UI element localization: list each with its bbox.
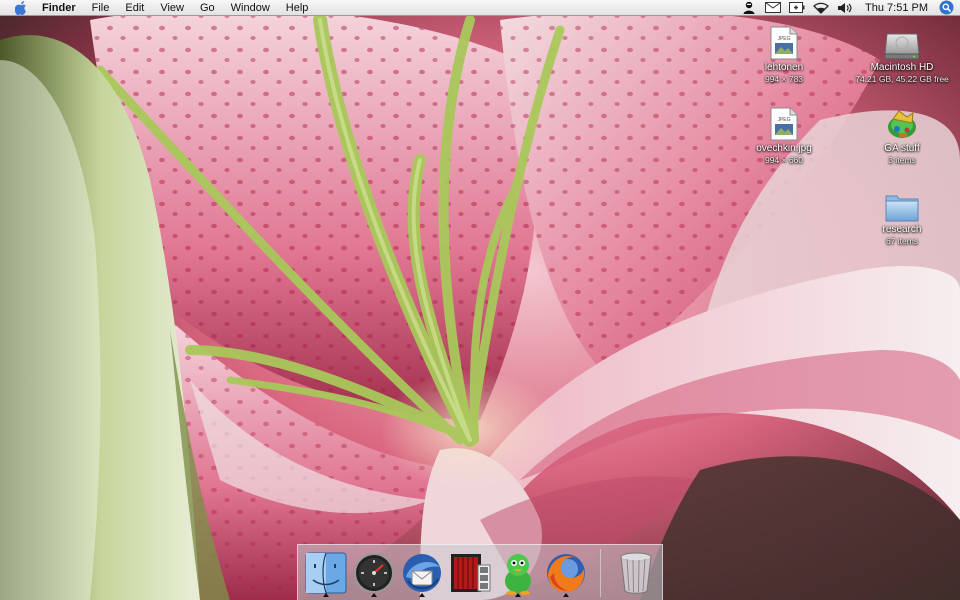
running-indicator xyxy=(323,593,329,597)
dock-separator xyxy=(600,549,601,597)
desktop-icon-label: lehtonen xyxy=(764,62,804,73)
jpeg-badge: JPEG xyxy=(777,36,790,42)
dock-adium[interactable] xyxy=(494,549,542,597)
menu-help[interactable]: Help xyxy=(278,0,317,16)
desktop-icon-info: 994 × 783 xyxy=(764,74,804,84)
photo-booth-icon xyxy=(451,554,491,592)
dock xyxy=(297,544,663,600)
finder-icon xyxy=(305,552,347,594)
desktop-icon-label: GA stuff xyxy=(884,143,920,154)
desktop-icon-research[interactable]: research 67 items xyxy=(852,186,952,246)
dock-photo-booth[interactable] xyxy=(446,549,494,597)
running-indicator xyxy=(419,593,425,597)
firefox-icon xyxy=(547,554,585,593)
jpeg-file-icon: JPEG xyxy=(765,24,803,60)
menu-clock[interactable]: Thu 7:51 PM xyxy=(857,2,938,14)
menu-edit[interactable]: Edit xyxy=(117,0,152,16)
desktop-icon-label: research xyxy=(882,224,922,235)
desktop-icon-label: ovechkin.jpg xyxy=(756,143,812,154)
desktop-icon-lehtonen[interactable]: JPEG lehtonen 994 × 783 xyxy=(734,24,834,84)
desktop-icon-info: 3 items xyxy=(888,155,916,165)
menu-view[interactable]: View xyxy=(152,0,192,16)
trash-icon xyxy=(620,552,652,594)
user-icon[interactable] xyxy=(739,0,759,16)
spotlight-icon[interactable] xyxy=(938,0,954,16)
menu-app-finder[interactable]: Finder xyxy=(38,0,84,16)
folder-icon xyxy=(883,186,921,222)
dock-trash[interactable] xyxy=(612,549,660,597)
desktop-icon-macintosh-hd[interactable]: Macintosh HD 74.21 GB, 45.22 GB free xyxy=(852,24,952,84)
desktop-icon-info: 67 items xyxy=(885,236,919,246)
running-indicator xyxy=(371,593,377,597)
menu-go[interactable]: Go xyxy=(192,0,223,16)
desktop-wallpaper-lily xyxy=(0,0,960,600)
thunderbird-icon xyxy=(403,554,441,592)
battery-icon[interactable] xyxy=(787,0,807,16)
jpeg-file-icon: JPEG xyxy=(765,105,803,141)
desktop-icon-label: Macintosh HD xyxy=(870,62,934,73)
running-indicator xyxy=(515,593,521,597)
menu-file[interactable]: File xyxy=(84,0,118,16)
running-indicator xyxy=(563,593,569,597)
dock-thunderbird[interactable] xyxy=(398,549,446,597)
folder-stuff-icon xyxy=(883,105,921,141)
dock-dashboard[interactable] xyxy=(350,549,398,597)
dashboard-icon xyxy=(354,553,394,593)
menu-window[interactable]: Window xyxy=(223,0,278,16)
menu-bar: Finder File Edit View Go Window Help Thu… xyxy=(0,0,960,16)
apple-icon[interactable] xyxy=(14,0,28,15)
desktop-icon-info: 994 × 660 xyxy=(764,155,804,165)
dock-finder[interactable] xyxy=(302,549,350,597)
wifi-icon[interactable] xyxy=(811,0,831,16)
hard-drive-icon xyxy=(883,24,921,60)
mail-icon[interactable] xyxy=(763,0,783,16)
desktop-icon-info: 74.21 GB, 45.22 GB free xyxy=(855,74,949,84)
adium-icon xyxy=(505,554,531,595)
desktop-icon-ga-stuff[interactable]: GA stuff 3 items xyxy=(852,105,952,165)
dock-firefox[interactable] xyxy=(542,549,590,597)
jpeg-badge: JPEG xyxy=(777,117,790,123)
volume-icon[interactable] xyxy=(835,0,855,16)
desktop-icon-ovechkin[interactable]: JPEG ovechkin.jpg 994 × 660 xyxy=(734,105,834,165)
menu-extras: Thu 7:51 PM xyxy=(737,0,960,16)
